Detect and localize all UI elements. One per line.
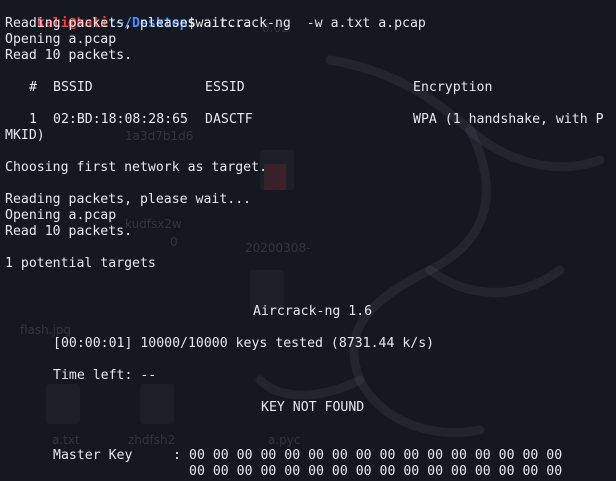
progress-line: [00:00:01] 10000/10000 keys tested (8731… xyxy=(53,336,435,351)
prompt-line: kali@kali:~/Desktop$ aircrack-ng -w a.tx… xyxy=(5,0,426,31)
master-key-value: 00 00 00 00 00 00 00 00 00 00 00 00 00 0… xyxy=(189,448,563,463)
table-header-bssid: BSSID xyxy=(53,80,93,95)
desktop-shadow-label: a.txt xyxy=(52,433,80,447)
output-line: Opening a.pcap xyxy=(5,32,117,47)
master-key-colon: : xyxy=(173,448,181,463)
master-key-value: 00 00 00 00 00 00 00 00 00 00 00 00 00 0… xyxy=(189,464,563,479)
output-line: Read 10 packets. xyxy=(5,224,133,239)
table-row-wrap: MKID) xyxy=(5,128,45,143)
table-header-hash: # xyxy=(29,80,37,95)
time-left-line: Time left: -- xyxy=(53,368,157,383)
table-row-essid: DASCTF xyxy=(205,112,253,127)
output-line: Choosing first network as target. xyxy=(5,160,268,175)
output-line: Read 10 packets. xyxy=(5,48,133,63)
table-row-index: 1 xyxy=(29,112,37,127)
output-line: Reading packets, please wait... xyxy=(5,192,252,207)
output-line: Opening a.pcap xyxy=(5,208,117,223)
desktop-shadow-label: 0 xyxy=(170,235,178,249)
desktop-shadow-label: kudfsx2w xyxy=(125,217,182,231)
output-line: 1 potential targets xyxy=(5,256,156,271)
output-line: Reading packets, please wait... xyxy=(5,16,252,31)
desktop-shadow-label: zhdfsh2 xyxy=(128,433,176,447)
aircrack-title: Aircrack-ng 1.6 xyxy=(253,304,373,319)
table-row-bssid: 02:BD:18:08:28:65 xyxy=(53,112,188,127)
table-header-essid: ESSID xyxy=(205,80,245,95)
result-status: KEY NOT FOUND xyxy=(261,400,365,415)
table-row-encryption: WPA (1 handshake, with P xyxy=(413,112,604,127)
desktop-shadow-label: 20200308- xyxy=(245,241,311,255)
table-header-encryption: Encryption xyxy=(413,80,493,95)
desktop-shadow-label: a.pyc xyxy=(268,433,301,447)
terminal-window[interactable]: 0.02 1a3d7b1d6 20200308- 0 kudfsx2w flas… xyxy=(0,0,616,481)
desktop-shadow-label: 1a3d7b1d6 xyxy=(125,129,194,143)
master-key-label: Master Key xyxy=(53,448,133,463)
